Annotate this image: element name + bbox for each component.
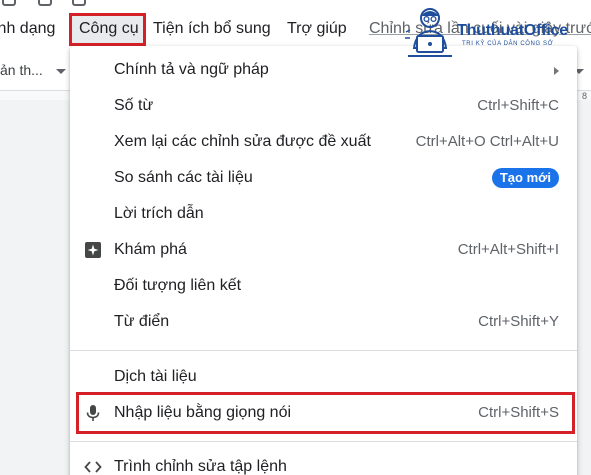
menu-item-shortcut: Ctrl+Alt+Shift+I xyxy=(457,241,559,258)
menu-item-label: Xem lại các chỉnh sửa được đề xuất xyxy=(114,133,371,150)
menu-item-shortcut: Ctrl+Alt+O Ctrl+Alt+U xyxy=(415,133,559,150)
menu-item-label: Số từ xyxy=(114,97,154,114)
menu-item-script-editor[interactable]: Trình chỉnh sửa tập lệnh xyxy=(70,449,577,475)
logo-subtitle: TRI KỶ CỦA DÂN CÔNG SỞ xyxy=(462,41,554,47)
menu-format[interactable]: ịnh dạng xyxy=(0,17,55,41)
menu-item-word-count[interactable]: Số từ Ctrl+Shift+C xyxy=(70,88,577,124)
menu-tools[interactable]: Công cụ xyxy=(79,17,139,41)
menu-item-dictionary[interactable]: Từ điển Ctrl+Shift+Y xyxy=(70,304,577,340)
menu-item-linked-objects[interactable]: Đối tượng liên kết xyxy=(70,268,577,304)
chevron-down-icon[interactable] xyxy=(56,69,66,74)
menu-help[interactable]: Trợ giúp xyxy=(287,17,347,41)
top-toolbar-icons xyxy=(0,0,100,8)
menu-item-label: Chính tả và ngữ pháp xyxy=(114,61,269,78)
code-icon xyxy=(84,458,102,475)
menu-item-label: So sánh các tài liệu xyxy=(114,169,253,186)
menu-item-label: Dịch tài liệu xyxy=(114,368,197,385)
move-icon[interactable] xyxy=(38,0,52,6)
explore-icon xyxy=(84,241,102,259)
paragraph-style-select[interactable]: ản th... xyxy=(0,60,43,80)
menu-item-label: Trình chỉnh sửa tập lệnh xyxy=(114,458,287,475)
menu-item-citations[interactable]: Lời trích dẫn xyxy=(70,196,577,232)
menu-item-shortcut: Ctrl+Shift+Y xyxy=(478,313,559,330)
menu-item-translate-document[interactable]: Dịch tài liệu xyxy=(70,359,577,395)
menu-item-label: Khám phá xyxy=(114,241,187,258)
voice-typing-highlight xyxy=(76,392,575,434)
logo-person-icon xyxy=(405,8,452,57)
menu-item-compare-documents[interactable]: So sánh các tài liệu Tạo mới xyxy=(70,160,577,196)
menu-item-label: Lời trích dẫn xyxy=(114,205,204,222)
logo-title: ThuthuatOffice xyxy=(457,22,568,39)
menu-item-shortcut: Ctrl+Shift+C xyxy=(477,97,559,114)
menu-item-explore[interactable]: Khám phá Ctrl+Alt+Shift+I xyxy=(70,232,577,268)
star-icon[interactable] xyxy=(2,0,16,6)
thuthuatoffice-logo: ThuthuatOffice TRI KỶ CỦA DÂN CÔNG SỞ xyxy=(402,4,591,66)
menu-item-label: Đối tượng liên kết xyxy=(114,277,242,294)
menu-item-label: Từ điển xyxy=(114,313,170,330)
menu-item-review-suggested-edits[interactable]: Xem lại các chỉnh sửa được đề xuất Ctrl+… xyxy=(70,124,577,160)
menu-divider xyxy=(70,350,577,351)
new-badge: Tạo mới xyxy=(491,168,559,188)
menu-addons[interactable]: Tiện ích bổ sung xyxy=(153,17,271,41)
submenu-arrow-icon xyxy=(554,67,559,75)
menu-divider xyxy=(70,441,577,442)
cloud-icon[interactable] xyxy=(72,0,86,6)
